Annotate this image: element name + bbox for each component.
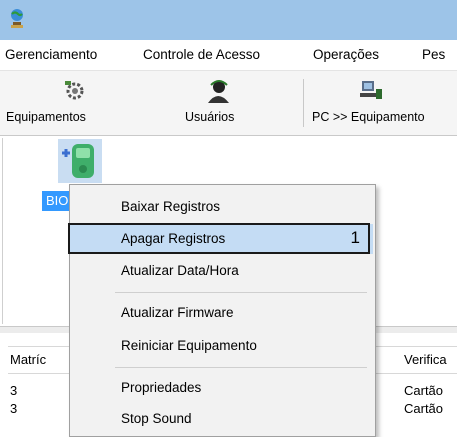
- menu-item-label: Atualizar Data/Hora: [121, 263, 239, 278]
- cell-verificacao: Cartão: [404, 383, 444, 398]
- usuarios-label: Usuários: [185, 110, 235, 124]
- menu-item-label: Baixar Registros: [121, 199, 221, 214]
- menu-item-label: Atualizar Firmware: [121, 305, 234, 320]
- equipamentos-button[interactable]: Equipamentos: [0, 71, 140, 135]
- equipamentos-label: Equipamentos: [6, 110, 86, 124]
- users-icon: [208, 80, 229, 103]
- biometric-device-icon: [62, 144, 94, 178]
- menu-bar: Gerenciamento Controle de Acesso Operaçõ…: [0, 40, 457, 71]
- menu-operacoes[interactable]: Operações: [313, 47, 379, 62]
- menu-controle-de-acesso[interactable]: Controle de Acesso: [143, 47, 260, 62]
- menu-item-baixar-registros[interactable]: Baixar Registros: [70, 192, 373, 222]
- app-globe-icon: [11, 9, 23, 28]
- menu-pessoas[interactable]: Pes: [422, 47, 445, 62]
- pane-border: [2, 138, 3, 324]
- device-item[interactable]: [58, 139, 102, 183]
- menu-item-atualizar-data-hora[interactable]: Atualizar Data/Hora: [70, 256, 373, 286]
- usuarios-button[interactable]: Usuários: [160, 71, 270, 135]
- context-menu: Baixar Registros Apagar Registros Atuali…: [69, 184, 376, 437]
- title-bar: [0, 0, 457, 40]
- cell-matricula: 3: [10, 401, 18, 416]
- menu-gerenciamento[interactable]: Gerenciamento: [5, 47, 97, 62]
- menu-item-label: Propriedades: [121, 380, 202, 395]
- menu-item-label: Stop Sound: [121, 411, 192, 426]
- toolbar-separator: [303, 79, 304, 127]
- toolbar: Equipamentos Usuários PC >> Equipamento: [0, 71, 457, 136]
- callout-number: 1: [350, 228, 360, 247]
- device-label[interactable]: BIO: [42, 191, 73, 211]
- menu-item-reiniciar-equipamento[interactable]: Reiniciar Equipamento: [70, 331, 373, 361]
- pc-to-device-icon: [360, 81, 382, 99]
- menu-separator: [115, 292, 367, 293]
- equipment-icon: [65, 81, 84, 100]
- cell-verificacao: Cartão: [404, 401, 444, 416]
- menu-separator: [115, 367, 367, 368]
- callout-box: 1: [68, 223, 370, 254]
- pc-equipamento-label: PC >> Equipamento: [312, 110, 425, 124]
- menu-item-label: Reiniciar Equipamento: [121, 338, 257, 353]
- menu-item-atualizar-firmware[interactable]: Atualizar Firmware: [70, 298, 373, 328]
- cell-matricula: 3: [10, 383, 18, 398]
- menu-item-stop-sound[interactable]: Stop Sound: [70, 404, 373, 434]
- pc-equipamento-button[interactable]: PC >> Equipamento: [305, 71, 457, 135]
- menu-item-propriedades[interactable]: Propriedades: [70, 373, 373, 403]
- column-header-verificacao[interactable]: Verifica: [404, 352, 447, 367]
- column-header-matricula[interactable]: Matríc: [10, 352, 46, 367]
